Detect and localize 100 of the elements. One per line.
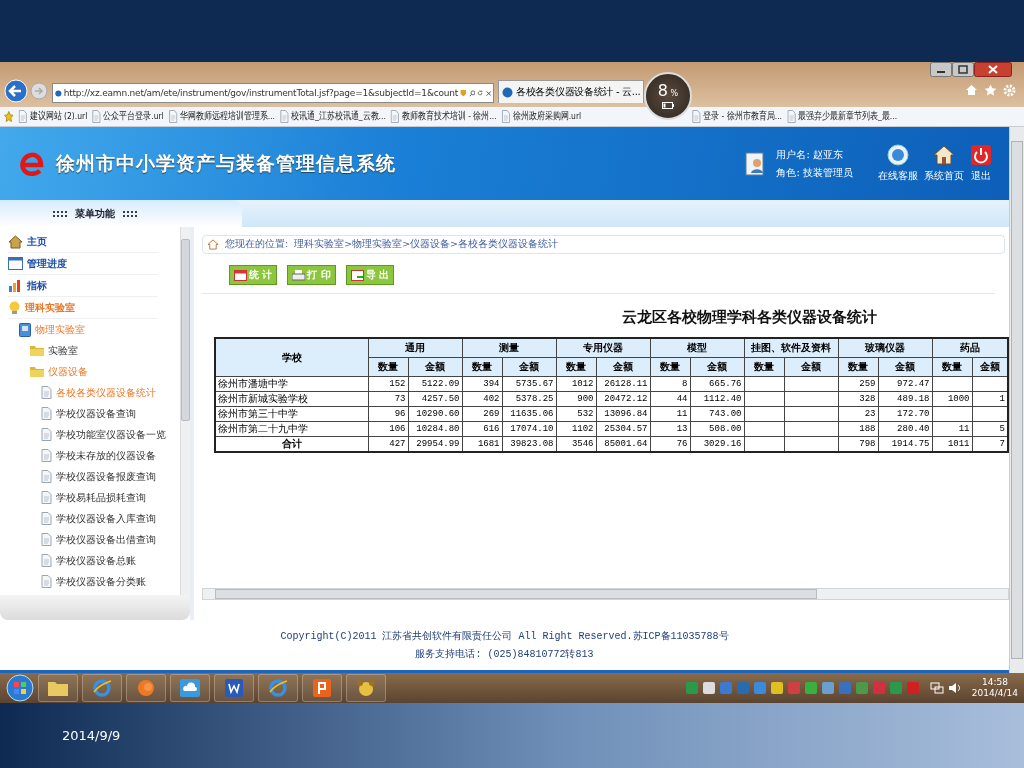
favorite-link[interactable]: 最强弃少最新章节列表_最... [798,110,898,123]
sidebar-scrollbar[interactable] [180,227,190,595]
menu-item[interactable]: 学校仪器设备出借查询 [56,532,156,547]
breadcrumb-path: 理科实验室>物理实验室>仪器设备>各校各类仪器设备统计 [294,238,559,251]
favorites-star-icon[interactable] [4,111,14,122]
browser-icon[interactable] [82,674,122,702]
close-button[interactable] [974,62,1012,77]
header-action[interactable]: 退出 [967,144,995,183]
fox-icon[interactable] [126,674,166,702]
refresh-icon[interactable] [477,88,484,98]
address-bar[interactable]: http://xz.eamn.net/am/ete/instrument/gov/instrumentTotal.jsf?page=1&subjectId=1&count [52,83,494,103]
speaker-icon[interactable] [947,682,962,694]
close-icon[interactable] [485,88,491,98]
book-icon [19,322,31,337]
table-cell: 73 [368,391,408,407]
table-cell: 188 [838,421,878,437]
table-cell: 4257.50 [408,391,462,407]
table-cell: 10284.80 [408,421,462,437]
table-cell: 11635.06 [502,406,556,422]
home-icon[interactable] [965,84,978,96]
table-cell: 44 [650,391,690,407]
home-icon [207,239,219,250]
star-icon[interactable] [984,84,997,96]
page-icon [41,491,52,504]
page-scrollbar[interactable] [1009,127,1024,673]
menu-item[interactable]: 学校仪器设备报废查询 [56,469,156,484]
table-cell: 743.00 [690,406,744,422]
search-icon[interactable] [468,87,476,99]
page-icon [41,470,52,483]
globe-icon [502,86,513,98]
column-header: 学校 [215,338,368,377]
cloud-icon[interactable] [170,674,210,702]
favorite-link[interactable]: 教师教育技术培训 - 徐州... [401,110,497,123]
menu-item[interactable]: 学校仪器设备入库查询 [56,511,156,526]
table-cell: 665.76 [690,376,744,392]
table-cell: 402 [462,391,502,407]
menu-item[interactable]: 学校仪器设备分类账 [56,574,146,589]
page-icon [41,512,52,525]
table-cell: 259 [838,376,878,392]
favorite-link[interactable]: 校讯通_江苏校讯通_云教... [291,110,386,123]
table-cell: 8 [650,376,690,392]
page-icon [41,386,52,399]
network-icon[interactable] [929,682,944,694]
column-header: 玻璃仪器 [838,338,932,358]
horizontal-scrollbar[interactable] [202,588,1009,600]
favorite-link[interactable]: 华网教师远程培训管理系... [179,110,275,123]
table-cell: 11 [650,406,690,422]
menu-item[interactable]: 学校仪器设备总账 [56,553,136,568]
home-icon [8,234,23,249]
calendar-icon [234,269,247,281]
table-cell: 1102 [556,421,596,437]
settings-icon[interactable] [1003,84,1016,97]
help-icon [887,144,909,166]
page-icon [41,428,52,441]
report-title: 云龙区各校物理学科各类仪器设备统计 [621,307,878,328]
table-cell: 1112.40 [690,391,744,407]
start-button[interactable] [6,674,34,702]
table-cell: 徐州市新城实验学校 [215,391,368,407]
header-action[interactable]: 在线客服 [875,144,921,183]
header-action[interactable]: 系统首页 [921,144,967,183]
menu-item[interactable]: 学校功能室仪器设备一览 [56,427,166,442]
user-name: 用户名: 赵亚东 [776,147,844,162]
table-cell: 徐州市潘塘中学 [215,376,368,392]
folder-icon[interactable] [38,674,78,702]
back-button[interactable] [4,79,28,103]
table-cell: 20472.12 [596,391,650,407]
page-icon [501,110,511,123]
page-icon [692,110,701,123]
presentation-app-icon[interactable] [302,674,342,702]
minimize-button[interactable] [930,62,952,77]
calendar-icon [8,257,23,270]
browser-tab[interactable]: 各校各类仪器设备统计 - 云... [498,80,645,103]
taskbar-clock[interactable]: 14:58 2014/4/14 [971,677,1018,699]
favorite-link[interactable]: 建议网站 (2).url [29,110,88,123]
shield-icon [460,87,467,99]
menu-item[interactable]: 管理进度 [27,256,67,271]
mascot-icon[interactable] [346,674,386,702]
table-cell: 13 [650,421,690,437]
browser-icon[interactable] [258,674,298,702]
table-cell: 972.47 [878,376,932,392]
page-icon [279,110,289,123]
column-header: 测量 [462,338,556,358]
favorite-link[interactable]: 登录 - 徐州市教育局... [703,110,783,123]
user-role: 角色: 技装管理员 [776,165,853,180]
table-cell: 900 [556,391,596,407]
menu-item[interactable]: 主页 [27,234,47,249]
page-icon [168,110,178,123]
menu-item[interactable]: 实验室 [48,343,78,358]
menu-item[interactable]: 学校仪器设备查询 [56,406,136,421]
menu-item[interactable]: 学校未存放的仪器设备 [56,448,156,463]
table-cell: 269 [462,406,502,422]
menu-item[interactable]: 指标 [27,278,47,293]
favorite-link[interactable]: 公众平台登录.url [103,110,164,123]
table-cell: 489.18 [878,391,932,407]
menu-item[interactable]: 学校易耗品损耗查询 [56,490,146,505]
restore-button[interactable] [952,62,974,77]
document-app-icon[interactable] [214,674,254,702]
printer-icon [292,269,306,281]
favorite-link[interactable]: 徐州政府采购网.url [512,110,582,123]
table-cell: 13096.84 [596,406,650,422]
